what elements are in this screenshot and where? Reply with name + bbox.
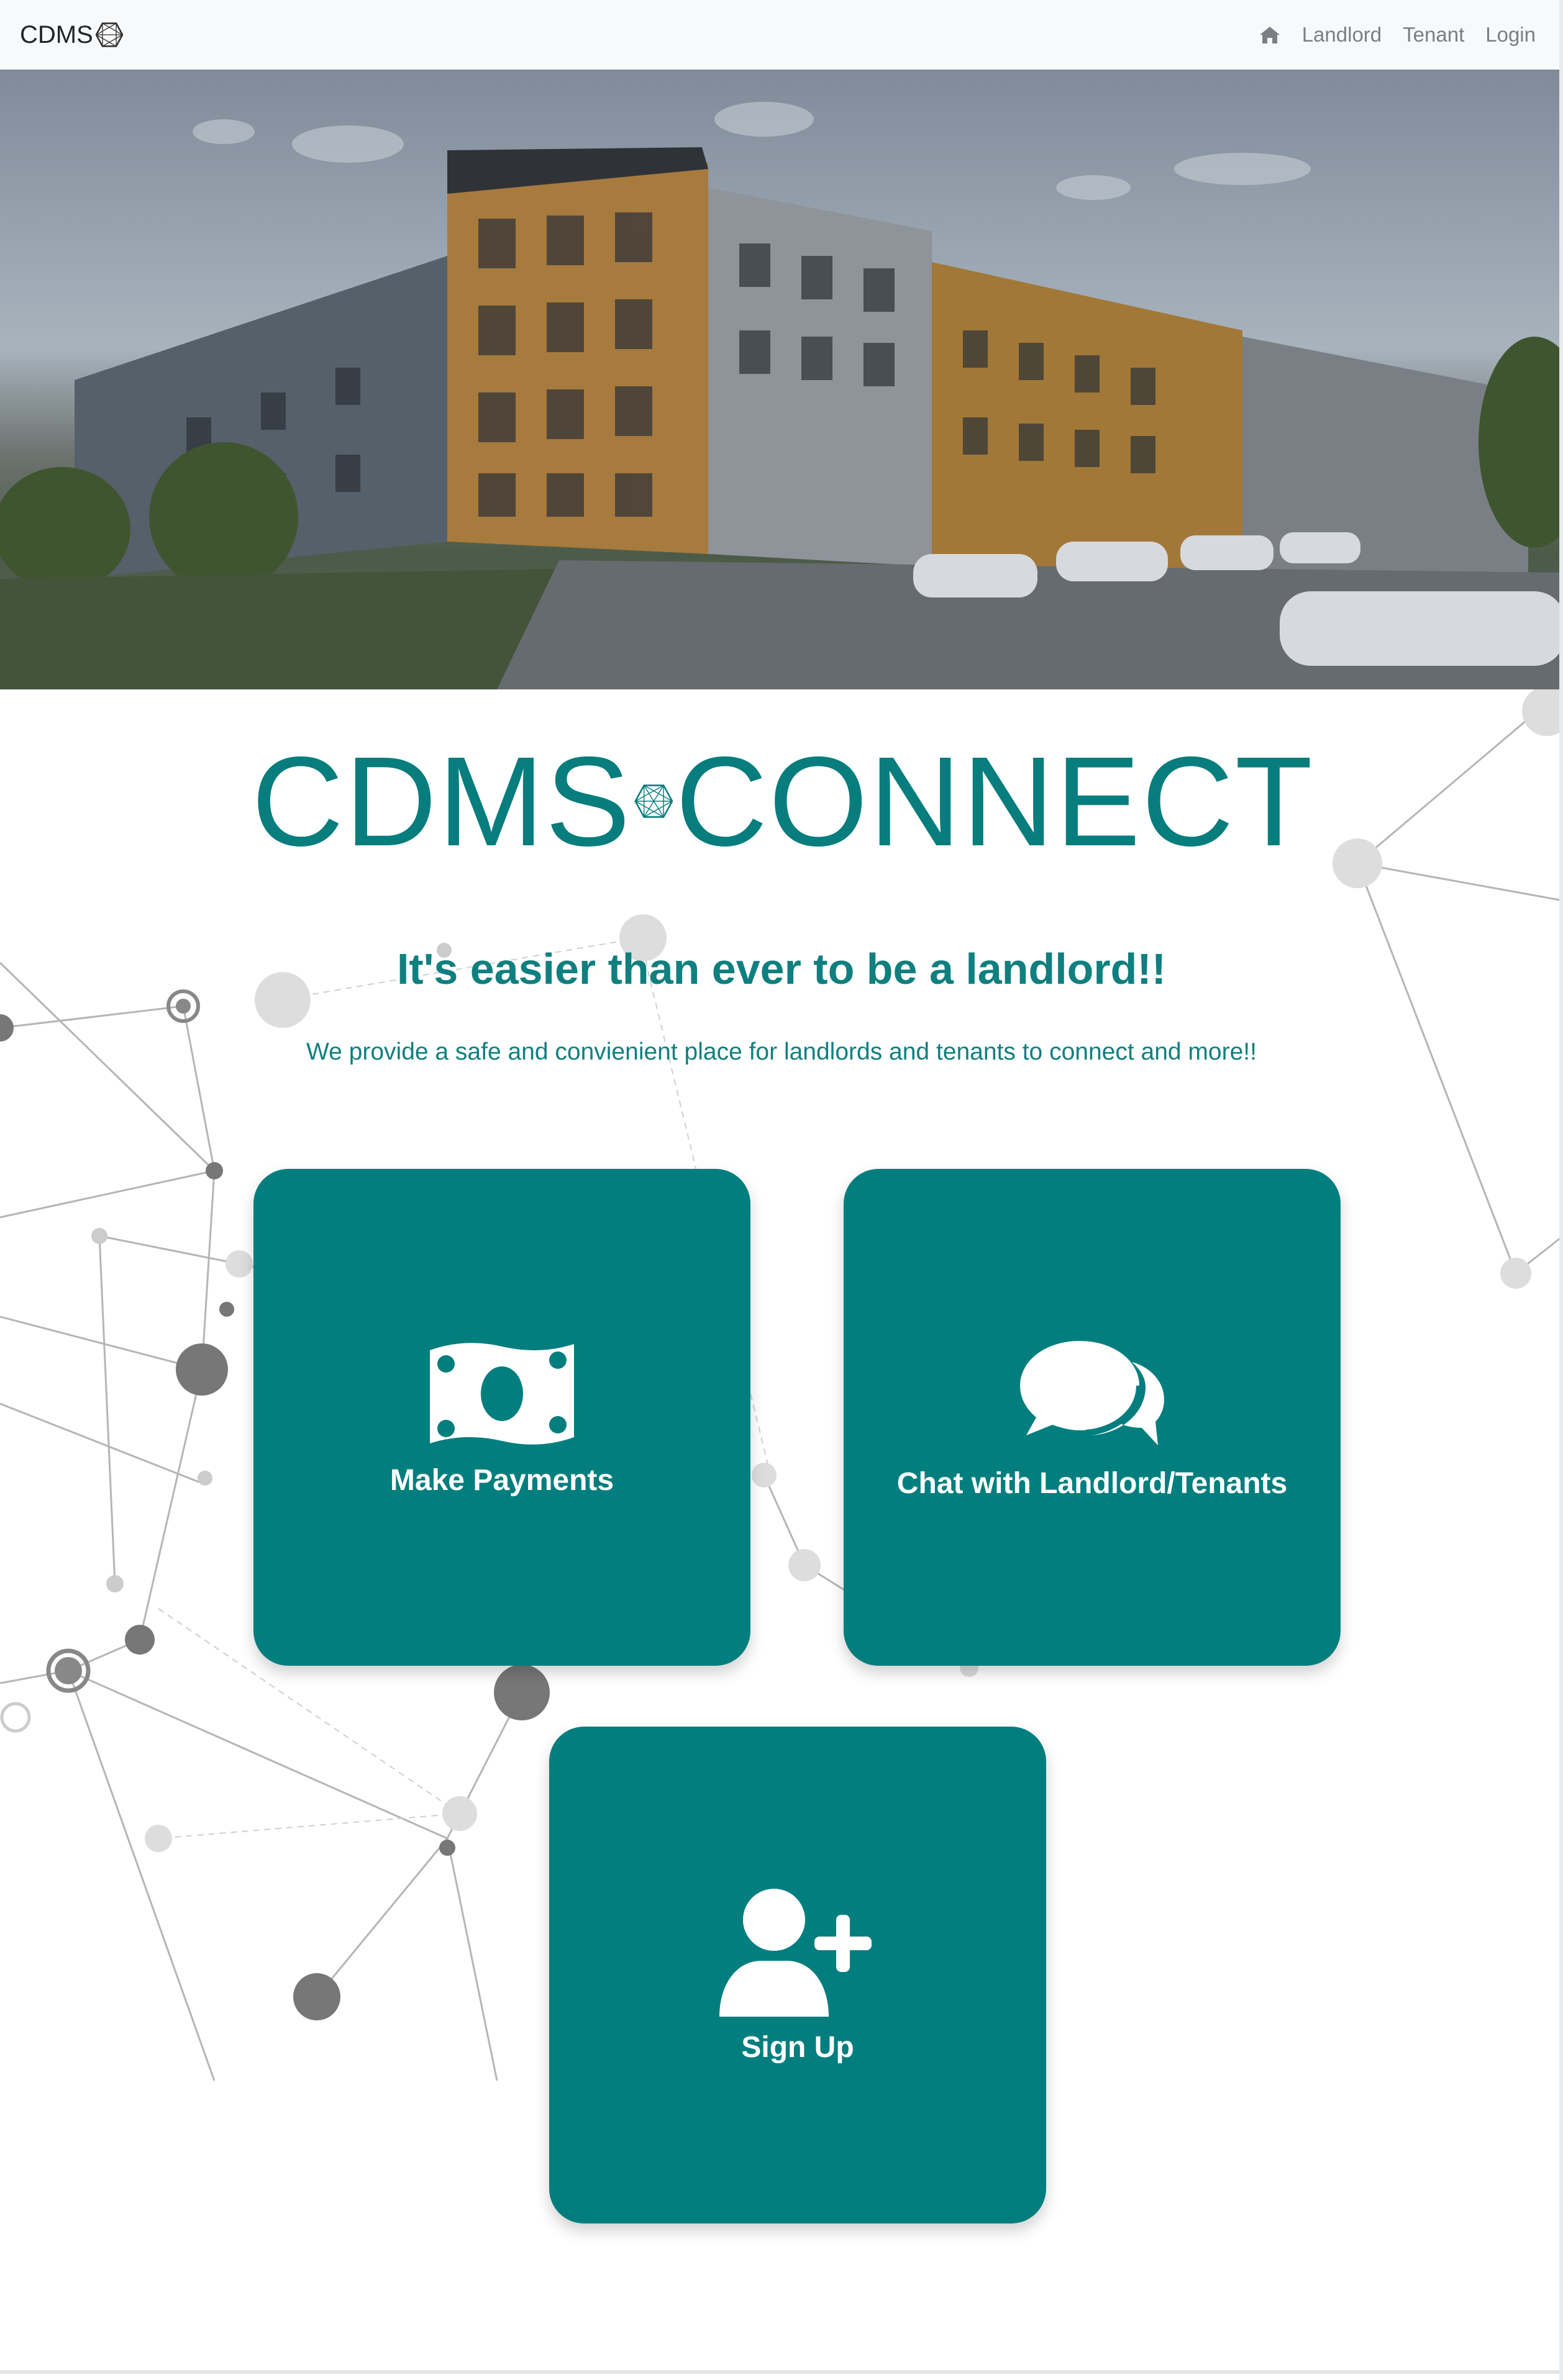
brand-text: CDMS	[20, 20, 93, 48]
tagline-subtext: We provide a safe and convienient place …	[306, 1038, 1257, 1065]
tagline-heading: It's easier than ever to be a landlord!!	[396, 945, 1167, 993]
comments-icon	[1020, 1340, 1164, 1445]
nav-link-login[interactable]: Login	[1485, 23, 1536, 47]
sign-up-card[interactable]: Sign Up	[549, 1727, 1046, 2223]
cdms-connect-logo: CDMS CONNECT	[252, 736, 1314, 866]
brand-link[interactable]: CDMS	[20, 21, 123, 49]
logo-text-right: CONNECT	[675, 730, 1314, 873]
make-payments-label: Make Payments	[390, 1463, 614, 1497]
nav-links: Landlord Tenant Login	[1259, 23, 1536, 47]
nav-link-landlord[interactable]: Landlord	[1302, 23, 1382, 47]
footer-divider	[0, 2370, 1563, 2374]
scrollbar[interactable]	[1559, 0, 1563, 2380]
money-bill-icon	[430, 1342, 574, 1445]
home-icon[interactable]	[1259, 24, 1281, 45]
logo-text-left: CDMS	[252, 730, 632, 873]
chat-card[interactable]: Chat with Landlord/Tenants	[844, 1169, 1341, 1666]
hero-image	[0, 70, 1563, 689]
top-navbar: CDMS Landlord Tenant Login	[0, 0, 1563, 70]
user-plus-icon	[719, 1888, 872, 2017]
hexagon-network-icon	[634, 784, 673, 818]
hexagon-logo-icon	[95, 22, 123, 47]
sign-up-label: Sign Up	[741, 2030, 854, 2064]
nav-link-tenant[interactable]: Tenant	[1403, 23, 1464, 47]
chat-label: Chat with Landlord/Tenants	[896, 1466, 1288, 1500]
make-payments-card[interactable]: Make Payments	[253, 1169, 750, 1666]
